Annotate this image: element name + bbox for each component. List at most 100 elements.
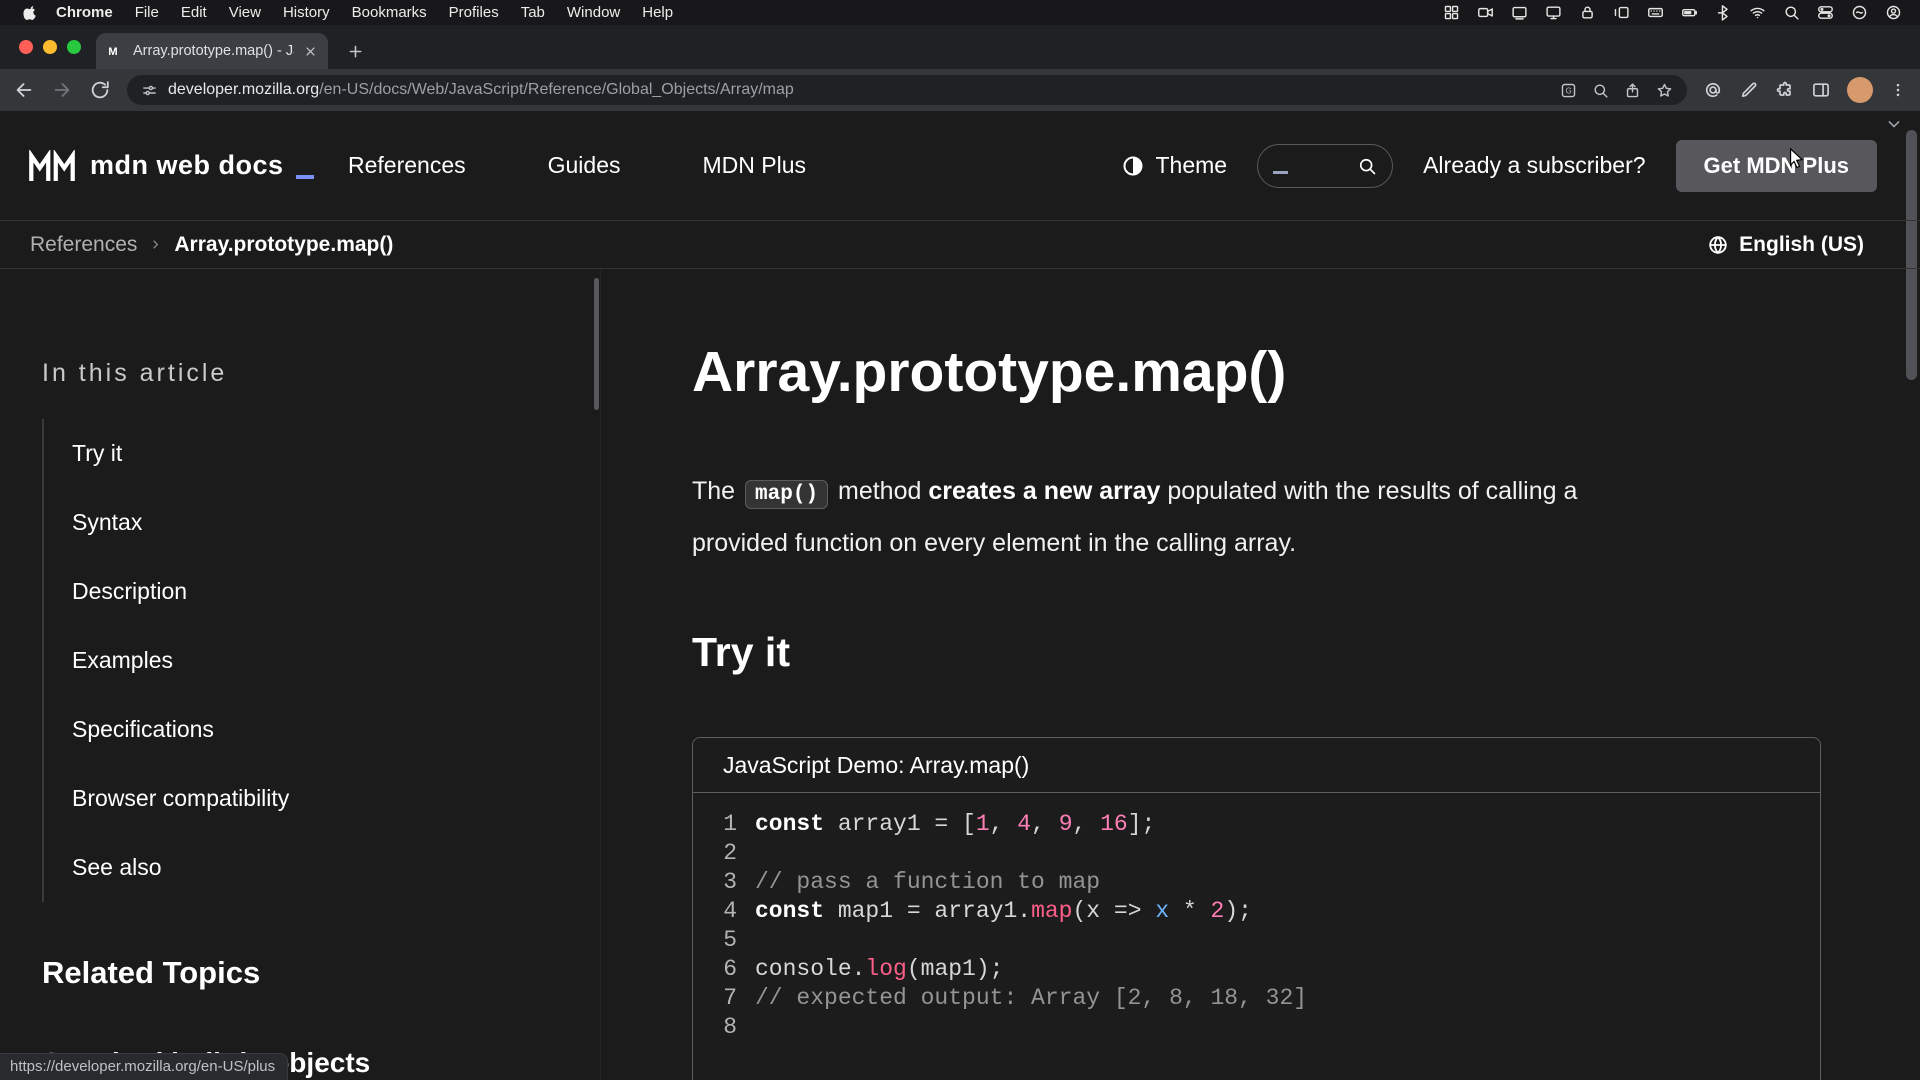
mirror-icon[interactable]	[1511, 4, 1528, 21]
subscriber-link[interactable]: Already a subscriber?	[1423, 152, 1645, 179]
nav-mdn-plus[interactable]: MDN Plus	[703, 152, 807, 179]
line-number: 5	[693, 926, 749, 955]
omnibox[interactable]: developer.mozilla.org/en-US/docs/Web/Jav…	[127, 75, 1687, 105]
side-panel-icon[interactable]	[1811, 80, 1831, 100]
reload-icon[interactable]	[89, 79, 111, 101]
code-line[interactable]: 4const map1 = array1.map(x => x * 2);	[693, 897, 1820, 926]
code-line[interactable]: 3// pass a function to map	[693, 868, 1820, 897]
extension-icons	[1703, 80, 1831, 100]
grid-icon[interactable]	[1443, 4, 1460, 21]
search-icon[interactable]	[1783, 4, 1800, 21]
nav-references[interactable]: References	[348, 152, 466, 179]
translate-icon[interactable]: G	[1560, 82, 1577, 99]
share-icon[interactable]	[1624, 82, 1641, 99]
get-mdn-plus-button[interactable]: Get MDN Plus	[1676, 140, 1877, 192]
traffic-lights	[19, 40, 81, 54]
zoom-icon[interactable]	[1592, 82, 1609, 99]
window-zoom-button[interactable]	[67, 40, 81, 54]
browser-tab[interactable]: M Array.prototype.map() - JavaS	[96, 33, 328, 69]
menu-profiles[interactable]: Profiles	[438, 4, 510, 21]
intro-text: provided function on every element in th…	[692, 529, 1296, 557]
menu-help[interactable]: Help	[631, 4, 684, 21]
mdn-logo[interactable]: mdn web docs	[26, 111, 314, 220]
puzzle-icon[interactable]	[1775, 80, 1795, 100]
code-text: // pass a function to map	[749, 868, 1100, 897]
toc-link-syntax[interactable]: Syntax	[44, 488, 289, 557]
menu-tab[interactable]: Tab	[510, 4, 556, 21]
battery-icon[interactable]	[1681, 4, 1698, 21]
theme-toggle[interactable]: Theme	[1121, 152, 1227, 179]
intro-text: method	[831, 477, 928, 505]
nav-guides[interactable]: Guides	[548, 152, 621, 179]
toc-item: Syntax	[44, 488, 289, 557]
search-icon[interactable]	[1357, 156, 1377, 176]
wifi-icon[interactable]	[1749, 4, 1766, 21]
profile-avatar[interactable]	[1847, 77, 1873, 103]
stage-manager-icon[interactable]	[1613, 4, 1630, 21]
menu-edit[interactable]: Edit	[170, 4, 218, 21]
line-number: 3	[693, 868, 749, 897]
line-number: 4	[693, 897, 749, 926]
menu-view[interactable]: View	[218, 4, 272, 21]
menu-items: ChromeFileEditViewHistoryBookmarksProfil…	[45, 4, 684, 21]
toc-item: Description	[44, 557, 289, 626]
breadcrumb-parent[interactable]: References	[30, 233, 137, 257]
pen-icon[interactable]	[1739, 80, 1759, 100]
sidebar-scrollbar-thumb[interactable]	[594, 278, 599, 410]
toc-list: Try itSyntaxDescriptionExamplesSpecifica…	[42, 419, 289, 902]
keyboard-icon[interactable]	[1647, 4, 1664, 21]
siri-icon[interactable]	[1851, 4, 1868, 21]
toc-link-description[interactable]: Description	[44, 557, 289, 626]
language-switcher[interactable]: English (US)	[1707, 233, 1864, 257]
mdn-header: mdn web docs References Guides MDN Plus Th…	[0, 111, 1920, 221]
language-label: English (US)	[1739, 233, 1864, 257]
bluetooth-icon[interactable]	[1715, 4, 1732, 21]
globe-icon	[1707, 234, 1729, 256]
code-line[interactable]: 8	[693, 1013, 1820, 1042]
code-line[interactable]: 7// expected output: Array [2, 8, 18, 32…	[693, 984, 1820, 1013]
toc-item: See also	[44, 833, 289, 902]
code-line[interactable]: 1const array1 = [1, 4, 9, 16];	[693, 810, 1820, 839]
toc-link-try-it[interactable]: Try it	[44, 419, 289, 488]
mdn-logo-mark	[26, 150, 78, 182]
menu-bookmarks[interactable]: Bookmarks	[341, 4, 438, 21]
menu-chrome[interactable]: Chrome	[45, 4, 124, 21]
menu-history[interactable]: History	[272, 4, 341, 21]
forward-icon[interactable]	[51, 79, 73, 101]
tab-title: Array.prototype.map() - JavaS	[133, 43, 294, 59]
macos-menu-bar: ChromeFileEditViewHistoryBookmarksProfil…	[0, 0, 1920, 25]
tab-close-icon[interactable]	[303, 44, 318, 59]
new-tab-button[interactable]	[346, 42, 365, 61]
code-text	[749, 1013, 755, 1042]
menu-window[interactable]: Window	[556, 4, 631, 21]
breadcrumb-current[interactable]: Array.prototype.map()	[174, 233, 393, 257]
url-text[interactable]: developer.mozilla.org/en-US/docs/Web/Jav…	[168, 81, 794, 99]
status-link-preview: https://developer.mozilla.org/en-US/plus	[0, 1053, 288, 1080]
video-icon[interactable]	[1477, 4, 1494, 21]
apple-icon[interactable]	[22, 4, 39, 21]
code-line[interactable]: 2	[693, 839, 1820, 868]
control-center-icon[interactable]	[1817, 4, 1834, 21]
window-close-button[interactable]	[19, 40, 33, 54]
code-line[interactable]: 5	[693, 926, 1820, 955]
toc-link-see-also[interactable]: See also	[44, 833, 289, 902]
menu-file[interactable]: File	[124, 4, 170, 21]
bookmark-star-icon[interactable]	[1656, 82, 1673, 99]
toc-link-browser-compatibility[interactable]: Browser compatibility	[44, 764, 289, 833]
account-icon[interactable]	[1885, 4, 1902, 21]
toc-item: Try it	[44, 419, 289, 488]
display-icon[interactable]	[1545, 4, 1562, 21]
at-icon[interactable]	[1703, 80, 1723, 100]
kebab-menu-icon[interactable]	[1889, 81, 1907, 99]
toc-link-specifications[interactable]: Specifications	[44, 695, 289, 764]
site-info-icon[interactable]	[141, 82, 158, 99]
back-icon[interactable]	[13, 79, 35, 101]
mdn-logo-text: mdn web docs	[90, 150, 284, 181]
toc-link-examples[interactable]: Examples	[44, 626, 289, 695]
lock-icon[interactable]	[1579, 4, 1596, 21]
code-editor[interactable]: 1const array1 = [1, 4, 9, 16];23// pass …	[693, 793, 1820, 1042]
mdn-logo-underscore	[296, 175, 314, 179]
window-minimize-button[interactable]	[43, 40, 57, 54]
search-input[interactable]	[1257, 144, 1393, 188]
code-line[interactable]: 6console.log(map1);	[693, 955, 1820, 984]
